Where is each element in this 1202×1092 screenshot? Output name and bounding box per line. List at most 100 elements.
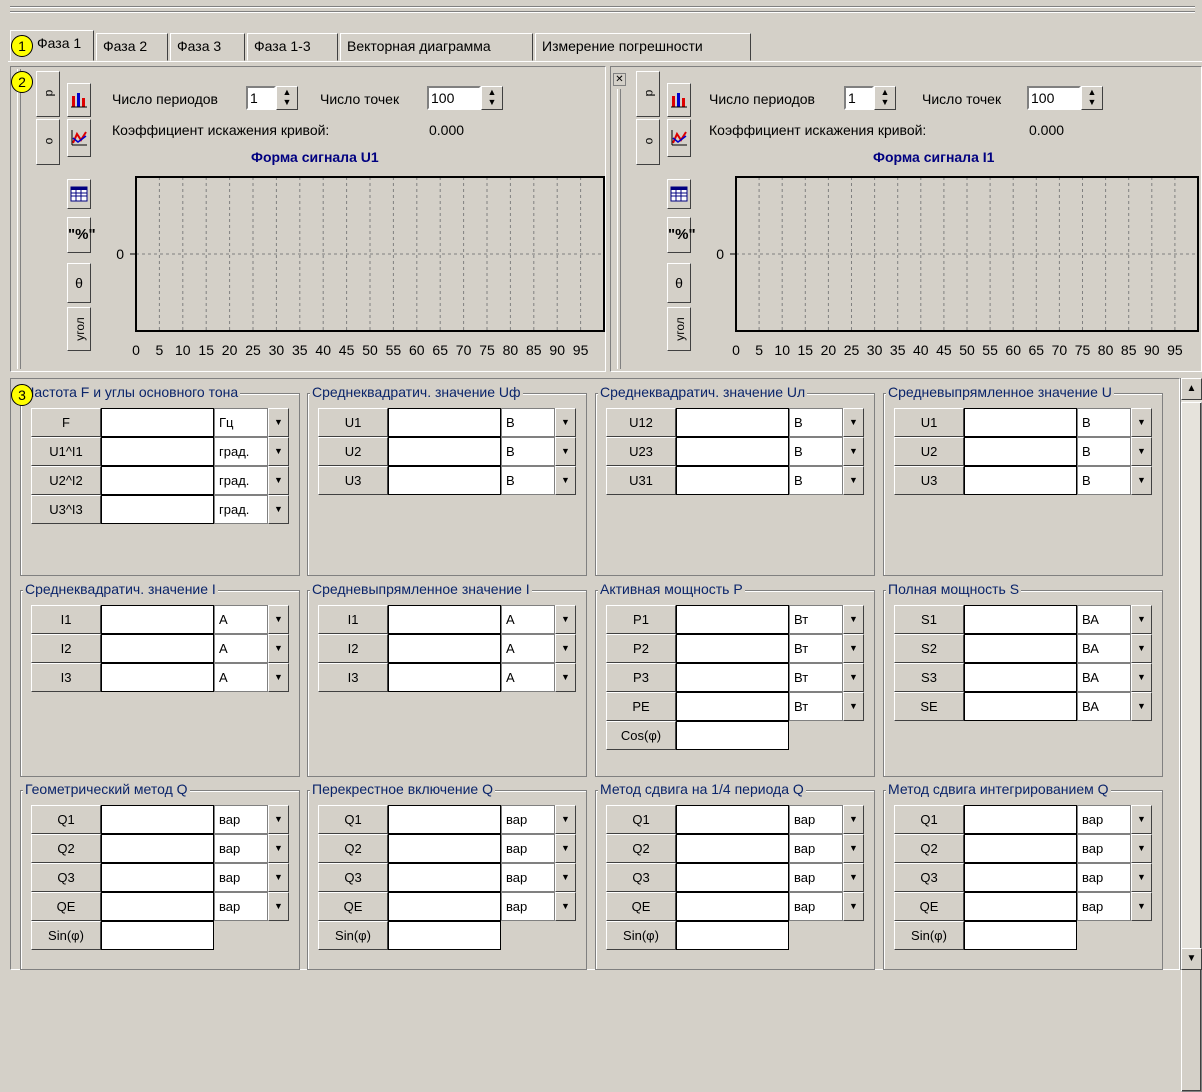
chevron-down-icon[interactable]: ▼	[555, 634, 576, 663]
chevron-down-icon[interactable]: ▼	[1131, 466, 1152, 495]
unit-select[interactable]: В	[501, 408, 555, 437]
chevron-down-icon[interactable]: ▼	[1131, 408, 1152, 437]
o-tab-button[interactable]: о	[636, 119, 660, 165]
scroll-thumb[interactable]	[1181, 402, 1202, 1092]
value-field[interactable]	[676, 634, 789, 663]
value-field[interactable]	[964, 634, 1077, 663]
chevron-down-icon[interactable]: ▼	[1131, 634, 1152, 663]
chevron-down-icon[interactable]: ▼	[555, 408, 576, 437]
chevron-down-icon[interactable]: ▼	[1131, 663, 1152, 692]
value-field[interactable]	[101, 466, 214, 495]
unit-select[interactable]: вар	[214, 892, 268, 921]
percent-button[interactable]: "%"	[667, 217, 696, 253]
unit-select[interactable]: ВА	[1077, 692, 1131, 721]
table-icon[interactable]	[67, 179, 91, 209]
value-field[interactable]	[388, 892, 501, 921]
tab-2[interactable]: Фаза 2	[96, 33, 168, 61]
chevron-down-icon[interactable]: ▼	[268, 892, 289, 921]
value-field[interactable]	[101, 408, 214, 437]
unit-select[interactable]: вар	[1077, 805, 1131, 834]
value-field[interactable]	[388, 605, 501, 634]
tab-3[interactable]: Фаза 3	[170, 33, 245, 61]
value-field[interactable]	[388, 921, 501, 950]
value-field[interactable]	[964, 605, 1077, 634]
unit-select[interactable]: вар	[789, 863, 843, 892]
unit-select[interactable]: вар	[501, 805, 555, 834]
chevron-down-icon[interactable]: ▼	[1131, 805, 1152, 834]
tab-6[interactable]: Измерение погрешности	[535, 33, 751, 61]
chevron-down-icon[interactable]: ▼	[555, 663, 576, 692]
periods-spinner[interactable]: ▲ ▼	[276, 86, 298, 110]
value-field[interactable]	[964, 663, 1077, 692]
tab-4[interactable]: Фаза 1-3	[247, 33, 338, 61]
unit-select[interactable]: В	[1077, 437, 1131, 466]
chevron-down-icon[interactable]: ▼	[268, 634, 289, 663]
theta-button[interactable]: θ	[67, 263, 91, 303]
value-field[interactable]	[964, 834, 1077, 863]
unit-select[interactable]: град.	[214, 437, 268, 466]
chevron-down-icon[interactable]: ▼	[1131, 892, 1152, 921]
chevron-down-icon[interactable]: ▼	[268, 408, 289, 437]
unit-select[interactable]: А	[214, 663, 268, 692]
value-field[interactable]	[676, 408, 789, 437]
unit-select[interactable]: вар	[789, 834, 843, 863]
chevron-down-icon[interactable]: ▼	[1131, 437, 1152, 466]
value-field[interactable]	[101, 834, 214, 863]
value-field[interactable]	[388, 437, 501, 466]
chevron-down-icon[interactable]: ▼	[555, 437, 576, 466]
chevron-down-icon[interactable]: ▼	[843, 408, 864, 437]
unit-select[interactable]: В	[1077, 408, 1131, 437]
value-field[interactable]	[388, 408, 501, 437]
points-input[interactable]: 100	[427, 86, 481, 110]
value-field[interactable]	[964, 863, 1077, 892]
points-spinner[interactable]: ▲ ▼	[481, 86, 503, 110]
unit-select[interactable]: В	[789, 437, 843, 466]
value-field[interactable]	[388, 805, 501, 834]
unit-select[interactable]: град.	[214, 495, 268, 524]
value-field[interactable]	[101, 863, 214, 892]
unit-select[interactable]: В	[501, 437, 555, 466]
unit-select[interactable]: А	[501, 605, 555, 634]
line-chart-icon[interactable]	[67, 119, 91, 157]
unit-select[interactable]: вар	[214, 834, 268, 863]
unit-select[interactable]: вар	[501, 834, 555, 863]
angle-button[interactable]: угол	[67, 307, 91, 351]
value-field[interactable]	[964, 892, 1077, 921]
angle-button[interactable]: угол	[667, 307, 691, 351]
table-icon[interactable]	[667, 179, 691, 209]
points-input[interactable]: 100	[1027, 86, 1081, 110]
value-field[interactable]	[101, 437, 214, 466]
unit-select[interactable]: В	[789, 466, 843, 495]
value-field[interactable]	[101, 634, 214, 663]
chevron-down-icon[interactable]: ▼	[1131, 834, 1152, 863]
unit-select[interactable]: вар	[1077, 863, 1131, 892]
value-field[interactable]	[101, 921, 214, 950]
unit-select[interactable]: Вт	[789, 692, 843, 721]
value-field[interactable]	[388, 834, 501, 863]
value-field[interactable]	[964, 692, 1077, 721]
bar-chart-icon[interactable]	[667, 83, 691, 117]
value-field[interactable]	[388, 634, 501, 663]
chevron-down-icon[interactable]: ▼	[268, 466, 289, 495]
periods-input[interactable]: 1	[844, 86, 874, 110]
unit-select[interactable]: ВА	[1077, 605, 1131, 634]
chevron-down-icon[interactable]: ▼	[555, 892, 576, 921]
value-field[interactable]	[676, 863, 789, 892]
chevron-down-icon[interactable]: ▼	[268, 495, 289, 524]
percent-button[interactable]: "%"	[67, 217, 96, 253]
value-field[interactable]	[676, 721, 789, 750]
chevron-down-icon[interactable]: ▼	[555, 834, 576, 863]
value-field[interactable]	[676, 892, 789, 921]
unit-select[interactable]: ВА	[1077, 634, 1131, 663]
o-tab-button[interactable]: о	[36, 119, 60, 165]
value-field[interactable]	[964, 466, 1077, 495]
value-field[interactable]	[388, 863, 501, 892]
close-icon[interactable]: ✕	[613, 73, 626, 86]
chevron-down-icon[interactable]: ▼	[843, 605, 864, 634]
unit-select[interactable]: А	[501, 634, 555, 663]
unit-select[interactable]: вар	[789, 892, 843, 921]
value-field[interactable]	[101, 892, 214, 921]
chevron-down-icon[interactable]: ▼	[1131, 863, 1152, 892]
chevron-down-icon[interactable]: ▼	[843, 692, 864, 721]
value-field[interactable]	[964, 921, 1077, 950]
